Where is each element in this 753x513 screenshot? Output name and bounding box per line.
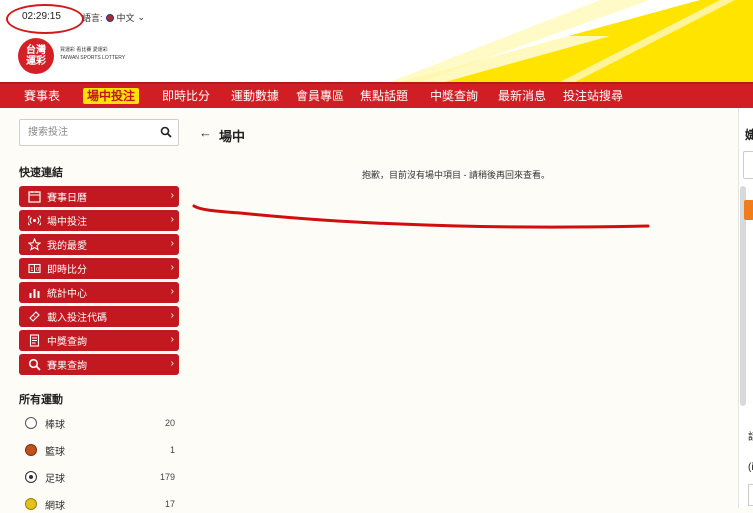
right-panel-text-2: (i — [748, 462, 753, 473]
site-logo[interactable]: 台灣 運彩 — [18, 38, 54, 74]
calendar-icon — [27, 190, 41, 204]
baseball-icon — [25, 417, 37, 429]
language-label: 語言: — [82, 13, 103, 23]
nav-item-sports-data[interactable]: 運動數據 — [231, 88, 279, 104]
nav-item-schedule[interactable]: 賽事表 — [24, 88, 60, 104]
right-panel-box[interactable] — [748, 484, 753, 506]
nav-item-outlet-search[interactable]: 投注站搜尋 — [563, 88, 623, 104]
sport-name: 足球 — [45, 473, 65, 485]
chevron-right-icon: › — [170, 238, 174, 249]
sport-item-soccer[interactable]: 足球 179 — [25, 468, 175, 486]
quick-link-results[interactable]: 賽果查詢 › — [19, 354, 179, 375]
nav-item-live-betting[interactable]: 場中投注 — [83, 88, 140, 104]
soccer-ball-icon — [25, 471, 37, 483]
quick-link-live-scores[interactable]: 10 即時比分 › — [19, 258, 179, 279]
chevron-down-icon: ⌄ — [137, 12, 146, 22]
logo-line2: 運彩 — [26, 56, 46, 67]
language-value: 中文 — [116, 13, 135, 23]
right-panel-title: 婕 — [745, 128, 753, 142]
chevron-right-icon: › — [170, 262, 174, 273]
quick-link-label: 場中投注 — [47, 217, 87, 228]
bet-search-input[interactable] — [20, 120, 166, 145]
bar-chart-icon — [27, 286, 41, 300]
taiwan-flag-icon — [105, 13, 114, 22]
all-sports-title: 所有運動 — [19, 394, 63, 406]
chevron-right-icon: › — [170, 334, 174, 345]
chevron-right-icon: › — [170, 214, 174, 225]
quick-link-label: 我的最愛 — [47, 241, 87, 252]
sport-name: 棒球 — [45, 419, 65, 431]
quick-link-label: 統計中心 — [47, 289, 87, 300]
search-icon[interactable] — [160, 126, 172, 138]
quick-link-stats-center[interactable]: 統計中心 › — [19, 282, 179, 303]
page-title: 場中 — [219, 129, 246, 144]
right-panel-orange-button[interactable] — [744, 200, 753, 220]
chevron-right-icon: › — [170, 286, 174, 297]
logo-tagline: 買運彩 看比賽 愛運彩 TAIWAN SPORTS LOTTERY — [60, 46, 125, 62]
quick-link-calendar[interactable]: 賽事日曆 › — [19, 186, 179, 207]
sport-item-baseball[interactable]: 棒球 20 — [25, 414, 175, 432]
logo-tagline-en: TAIWAN SPORTS LOTTERY — [60, 55, 126, 61]
chevron-right-icon: › — [170, 190, 174, 201]
star-icon — [27, 238, 41, 252]
scoreboard-icon: 10 — [27, 262, 41, 276]
logo-tagline-cn: 買運彩 看比賽 愛運彩 — [60, 47, 108, 53]
nav-item-hot-topics[interactable]: 焦點話題 — [360, 88, 408, 104]
empty-state-message: 抱歉，目前沒有場中項目 - 請稍後再回來查看。 — [362, 170, 550, 180]
quick-link-label: 即時比分 — [47, 265, 87, 276]
basketball-icon — [25, 444, 37, 456]
sport-name: 網球 — [45, 500, 65, 512]
sport-count: 1 — [169, 445, 175, 455]
quick-link-label: 中獎查詢 — [47, 337, 87, 348]
chevron-right-icon: › — [170, 310, 174, 321]
sport-name: 籃球 — [45, 446, 65, 458]
ticket-icon — [27, 310, 41, 324]
sport-count: 20 — [164, 418, 175, 428]
main-nav: 賽事表 場中投注 即時比分 運動數據 會員專區 焦點話題 中獎查詢 最新消息 投… — [0, 82, 753, 108]
search-icon — [27, 358, 41, 372]
sport-item-basketball[interactable]: 籃球 1 — [25, 441, 175, 459]
svg-text:0: 0 — [36, 267, 39, 273]
sport-item-tennis[interactable]: 網球 17 — [25, 495, 175, 513]
quick-links-title: 快速連結 — [19, 167, 63, 179]
right-panel-input[interactable] — [743, 151, 753, 179]
language-selector[interactable]: 語言: 中文 ⌄ — [82, 11, 145, 24]
bet-search — [19, 119, 179, 146]
nav-item-member-zone[interactable]: 會員專區 — [296, 88, 344, 104]
quick-link-favorites[interactable]: 我的最愛 › — [19, 234, 179, 255]
back-arrow-icon[interactable]: ← — [199, 125, 212, 140]
right-panel-text: 話 — [748, 428, 753, 443]
quick-link-live-betting[interactable]: 場中投注 › — [19, 210, 179, 231]
sport-count: 179 — [159, 472, 175, 482]
quick-link-prize-check[interactable]: 中獎查詢 › — [19, 330, 179, 351]
quick-link-label: 賽事日曆 — [47, 193, 87, 204]
quick-link-label: 賽果查詢 — [47, 361, 87, 372]
tennis-ball-icon — [25, 498, 37, 510]
logo-line1: 台灣 — [26, 45, 46, 56]
red-circle-annotation — [6, 4, 84, 34]
svg-text:1: 1 — [30, 267, 33, 273]
chevron-right-icon: › — [170, 358, 174, 369]
nav-item-prize-check[interactable]: 中獎查詢 — [430, 88, 478, 104]
live-broadcast-icon — [27, 214, 41, 228]
nav-item-news[interactable]: 最新消息 — [498, 88, 546, 104]
site-header: 02:29:15 語言: 中文 ⌄ 台灣 運彩 買運彩 看比賽 愛運彩 TAIW… — [0, 0, 753, 82]
nav-item-live-scores[interactable]: 即時比分 — [162, 88, 210, 104]
quick-link-label: 載入投注代碼 — [47, 313, 107, 324]
quick-link-load-bet-code[interactable]: 載入投注代碼 › — [19, 306, 179, 327]
receipt-icon — [27, 334, 41, 348]
